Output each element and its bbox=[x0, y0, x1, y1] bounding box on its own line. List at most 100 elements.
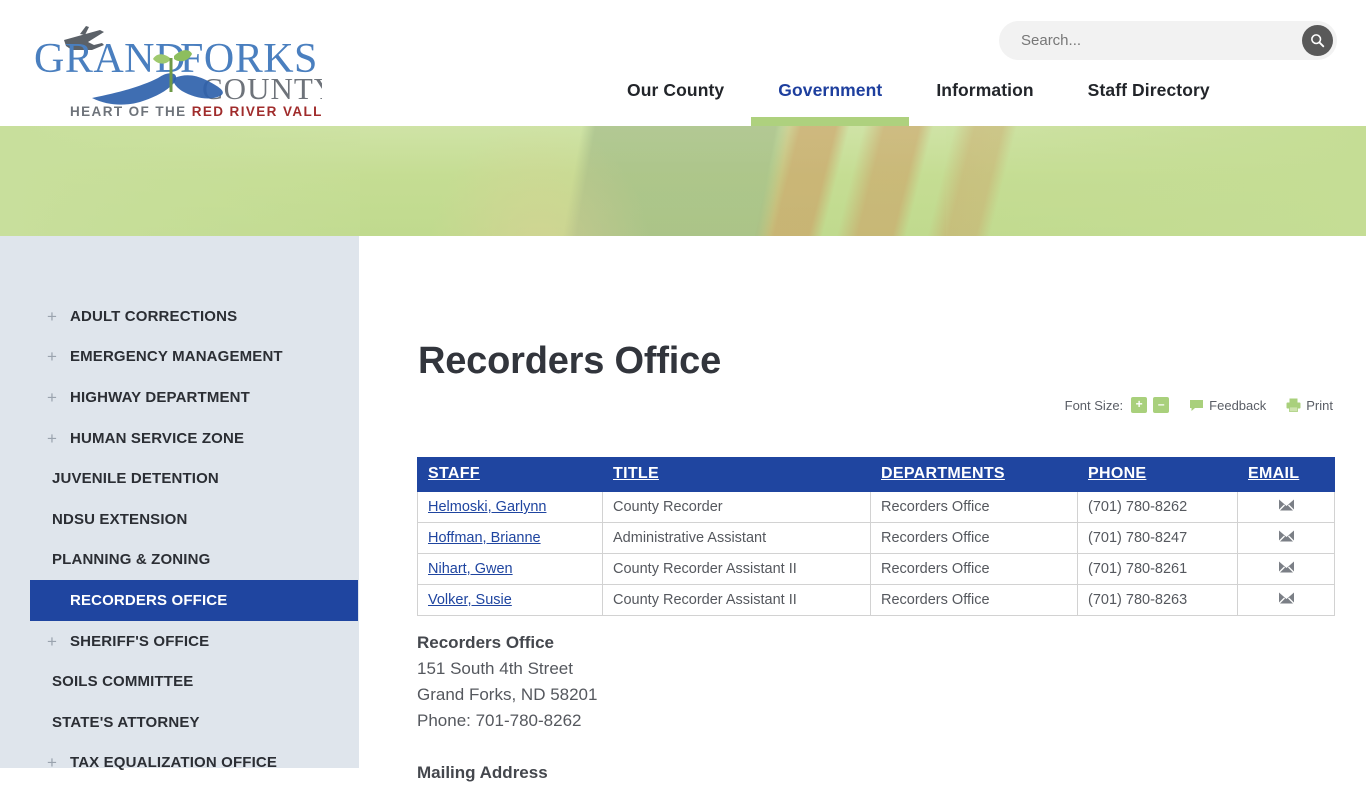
cell-department: Recorders Office bbox=[870, 553, 1078, 585]
nav-item-our-county[interactable]: Our County bbox=[600, 76, 751, 126]
table-row: Nihart, Gwen County Recorder Assistant I… bbox=[417, 553, 1335, 585]
sidebar-item-human-service-zone[interactable]: + HUMAN SERVICE ZONE bbox=[0, 418, 359, 459]
sidebar-item-planning-and-zoning[interactable]: PLANNING & ZONING bbox=[0, 540, 359, 581]
expand-plus-icon[interactable]: + bbox=[47, 430, 57, 447]
banner-fade-right bbox=[946, 126, 1366, 236]
sidebar-item-label: RECORDERS OFFICE bbox=[70, 591, 228, 609]
search-box[interactable] bbox=[999, 21, 1337, 60]
sidebar-item-label: SOILS COMMITTEE bbox=[52, 673, 194, 691]
column-header-title[interactable]: TITLE bbox=[602, 457, 871, 492]
expand-plus-icon[interactable]: + bbox=[47, 389, 57, 406]
cell-email bbox=[1237, 584, 1335, 616]
envelope-icon bbox=[1278, 592, 1294, 604]
column-header-phone[interactable]: PHONE bbox=[1077, 457, 1238, 492]
cell-phone: (701) 780-8247 bbox=[1077, 522, 1238, 554]
font-size-label: Font Size: bbox=[1064, 397, 1124, 413]
feedback-label: Feedback bbox=[1209, 397, 1267, 413]
sidebar-item-tax-equalization-office[interactable]: + TAX EQUALIZATION OFFICE bbox=[0, 743, 359, 784]
cell-title: Administrative Assistant bbox=[602, 522, 871, 554]
sidebar-item-label: EMERGENCY MANAGEMENT bbox=[70, 348, 283, 366]
sidebar-item-label: NDSU EXTENSION bbox=[52, 510, 188, 528]
print-link[interactable]: Print bbox=[1286, 398, 1333, 413]
font-size-decrease-button[interactable]: – bbox=[1153, 397, 1170, 413]
feedback-link[interactable]: Feedback bbox=[1189, 398, 1266, 413]
sidebar-item-highway-department[interactable]: + HIGHWAY DEPARTMENT bbox=[0, 377, 359, 418]
column-header-email-label: EMAIL bbox=[1248, 465, 1300, 482]
column-header-staff-label: STAFF bbox=[428, 465, 480, 482]
staff-link[interactable]: Nihart, Gwen bbox=[428, 561, 513, 577]
staff-link[interactable]: Helmoski, Garlynn bbox=[428, 499, 546, 515]
sidebar-item-sheriffs-office[interactable]: + SHERIFF'S OFFICE bbox=[0, 621, 359, 662]
email-link[interactable] bbox=[1278, 591, 1295, 609]
mailing-address-heading: Mailing Address bbox=[417, 763, 548, 782]
column-header-staff[interactable]: STAFF bbox=[417, 457, 603, 492]
search-button[interactable] bbox=[1302, 25, 1333, 56]
cell-title: County Recorder Assistant II bbox=[602, 584, 871, 616]
sidebar-item-label: TAX EQUALIZATION OFFICE bbox=[70, 754, 278, 772]
comment-icon bbox=[1190, 399, 1204, 411]
expand-plus-icon[interactable]: + bbox=[47, 348, 57, 365]
cell-staff: Nihart, Gwen bbox=[417, 553, 603, 585]
department-sidebar: + ADULT CORRECTIONS + EMERGENCY MANAGEME… bbox=[0, 236, 359, 771]
svg-text:HEART OF THE RED RIVER VALLEY: HEART OF THE RED RIVER VALLEY bbox=[70, 104, 322, 119]
table-row: Volker, Susie County Recorder Assistant … bbox=[417, 584, 1335, 616]
table-row: Helmoski, Garlynn County Recorder Record… bbox=[417, 491, 1335, 523]
sidebar-item-states-attorney[interactable]: STATE'S ATTORNEY bbox=[0, 702, 359, 743]
address-city-state-zip: Grand Forks, ND 58201 bbox=[417, 685, 598, 704]
email-link[interactable] bbox=[1278, 529, 1295, 547]
font-size-increase-button[interactable]: + bbox=[1131, 397, 1148, 413]
cell-email bbox=[1237, 553, 1335, 585]
sidebar-item-label: HIGHWAY DEPARTMENT bbox=[70, 388, 250, 406]
cell-email bbox=[1237, 522, 1335, 554]
nav-item-government[interactable]: Government bbox=[751, 76, 910, 126]
column-header-phone-label: PHONE bbox=[1088, 465, 1147, 482]
cell-phone: (701) 780-8262 bbox=[1077, 491, 1238, 523]
search-icon bbox=[1311, 34, 1325, 48]
sidebar-item-emergency-management[interactable]: + EMERGENCY MANAGEMENT bbox=[0, 337, 359, 378]
expand-plus-icon[interactable]: + bbox=[47, 308, 57, 325]
nav-item-staff-directory[interactable]: Staff Directory bbox=[1061, 76, 1237, 126]
sidebar-item-juvenile-detention[interactable]: JUVENILE DETENTION bbox=[0, 458, 359, 499]
cell-phone: (701) 780-8263 bbox=[1077, 584, 1238, 616]
page-utility-bar: Font Size: + – Feedback Print bbox=[1065, 397, 1333, 413]
column-header-departments[interactable]: DEPARTMENTS bbox=[870, 457, 1078, 492]
cell-department: Recorders Office bbox=[870, 522, 1078, 554]
table-row: Hoffman, Brianne Administrative Assistan… bbox=[417, 522, 1335, 554]
office-address-block: Recorders Office 151 South 4th Street Gr… bbox=[417, 630, 597, 734]
sidebar-item-soils-committee[interactable]: SOILS COMMITTEE bbox=[0, 661, 359, 702]
cell-staff: Helmoski, Garlynn bbox=[417, 491, 603, 523]
expand-plus-icon[interactable]: + bbox=[47, 754, 57, 771]
sidebar-item-adult-corrections[interactable]: + ADULT CORRECTIONS bbox=[0, 296, 359, 337]
address-street: 151 South 4th Street bbox=[417, 659, 573, 678]
printer-icon bbox=[1286, 398, 1301, 412]
column-header-email[interactable]: EMAIL bbox=[1237, 457, 1335, 492]
sidebar-item-label: SHERIFF'S OFFICE bbox=[70, 632, 210, 650]
main-navigation: Our County Government Information Staff … bbox=[600, 76, 1237, 126]
sidebar-item-label: HUMAN SERVICE ZONE bbox=[70, 429, 245, 447]
sidebar-item-label: ADULT CORRECTIONS bbox=[70, 307, 238, 325]
sidebar-item-ndsu-extension[interactable]: NDSU EXTENSION bbox=[0, 499, 359, 540]
cell-staff: Volker, Susie bbox=[417, 584, 603, 616]
address-office-name: Recorders Office bbox=[417, 633, 554, 652]
sidebar-item-label: JUVENILE DETENTION bbox=[52, 470, 219, 488]
nav-item-information[interactable]: Information bbox=[909, 76, 1060, 126]
email-link[interactable] bbox=[1278, 560, 1295, 578]
email-link[interactable] bbox=[1278, 498, 1295, 516]
expand-plus-icon[interactable]: + bbox=[47, 633, 57, 650]
cell-title: County Recorder Assistant II bbox=[602, 553, 871, 585]
sidebar-item-label: STATE'S ATTORNEY bbox=[52, 713, 200, 731]
staff-link[interactable]: Volker, Susie bbox=[428, 592, 512, 608]
search-input[interactable] bbox=[999, 21, 1299, 60]
table-header: STAFF TITLE DEPARTMENTS PHONE EMAIL bbox=[417, 457, 1335, 492]
cell-department: Recorders Office bbox=[870, 491, 1078, 523]
cell-title: County Recorder bbox=[602, 491, 871, 523]
banner-fade-left bbox=[0, 126, 360, 236]
staff-link[interactable]: Hoffman, Brianne bbox=[428, 530, 541, 546]
cell-phone: (701) 780-8261 bbox=[1077, 553, 1238, 585]
column-header-departments-label: DEPARTMENTS bbox=[881, 465, 1005, 482]
main-content: Recorders Office Font Size: + – Feedback… bbox=[359, 236, 1366, 782]
site-logo[interactable]: GRAND FORKS COUNTY HEART OF THE RED RIVE… bbox=[22, 12, 322, 120]
sidebar-item-recorders-office[interactable]: RECORDERS OFFICE bbox=[30, 580, 358, 621]
table-header-row: STAFF TITLE DEPARTMENTS PHONE EMAIL bbox=[417, 457, 1335, 492]
print-label: Print bbox=[1306, 397, 1333, 413]
